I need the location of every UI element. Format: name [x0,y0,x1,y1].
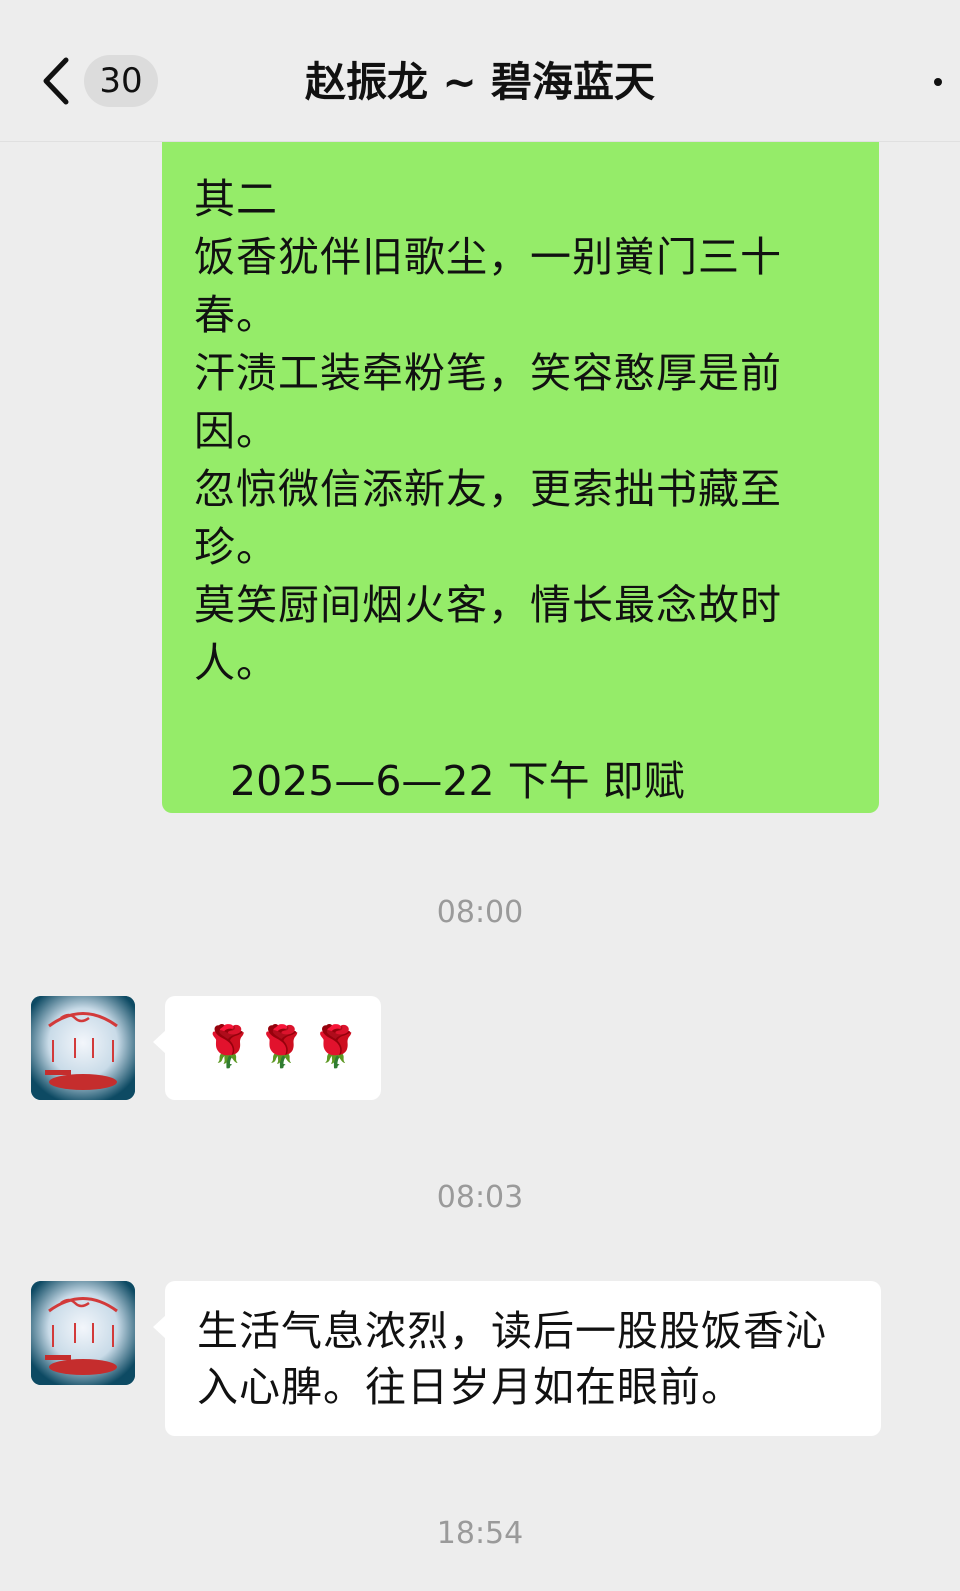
rose-emoji-message: 🌹🌹🌹 [203,1024,365,1070]
poem-signature: 2025—6—22 下午 即赋 [230,757,685,805]
unread-count-badge[interactable]: 30 [84,55,158,107]
poem-line: 其二 [194,175,278,223]
message-timestamp: 08:00 [436,895,524,930]
back-arrow-icon[interactable] [34,52,80,110]
poem-line: 人。 [194,639,278,687]
message-timestamp: 18:54 [436,1516,524,1551]
sent-message-bubble[interactable]: 其二 饭香犹伴旧歌尘，一别黉门三十 春。 汗渍工装牵粉笔，笑容憨厚是前 因。 忽… [162,142,879,813]
received-message-bubble[interactable]: 🌹🌹🌹 [153,996,381,1100]
poem-line: 饭香犹伴旧歌尘，一别黉门三十 [194,233,782,281]
chat-title: 赵振龙 ~ 碧海蓝天 [305,58,655,106]
message-text-line: 生活气息浓烈，读后一股股饭香沁 [197,1307,827,1355]
poem-line: 珍。 [194,523,278,571]
poem-line: 忽惊微信添新友，更索拙书藏至 [194,465,782,513]
message-text-line: 入心脾。往日岁月如在眼前。 [197,1363,743,1411]
contact-avatar[interactable] [31,996,135,1100]
bubble-tail [153,1315,166,1339]
poem-line: 因。 [194,407,278,455]
message-timestamp: 08:03 [436,1180,524,1215]
poem-line: 汗渍工装牵粉笔，笑容憨厚是前 [194,349,782,397]
bubble-tail [153,1030,166,1054]
chat-header: 30 赵振龙 ~ 碧海蓝天 [0,0,960,142]
more-dots-icon[interactable] [934,78,942,86]
poem-line: 春。 [194,291,278,339]
contact-avatar[interactable] [31,1281,135,1385]
received-message-bubble[interactable]: 生活气息浓烈，读后一股股饭香沁 入心脾。往日岁月如在眼前。 [153,1281,881,1436]
poem-line: 莫笑厨间烟火客，情长最念故时 [194,581,782,629]
